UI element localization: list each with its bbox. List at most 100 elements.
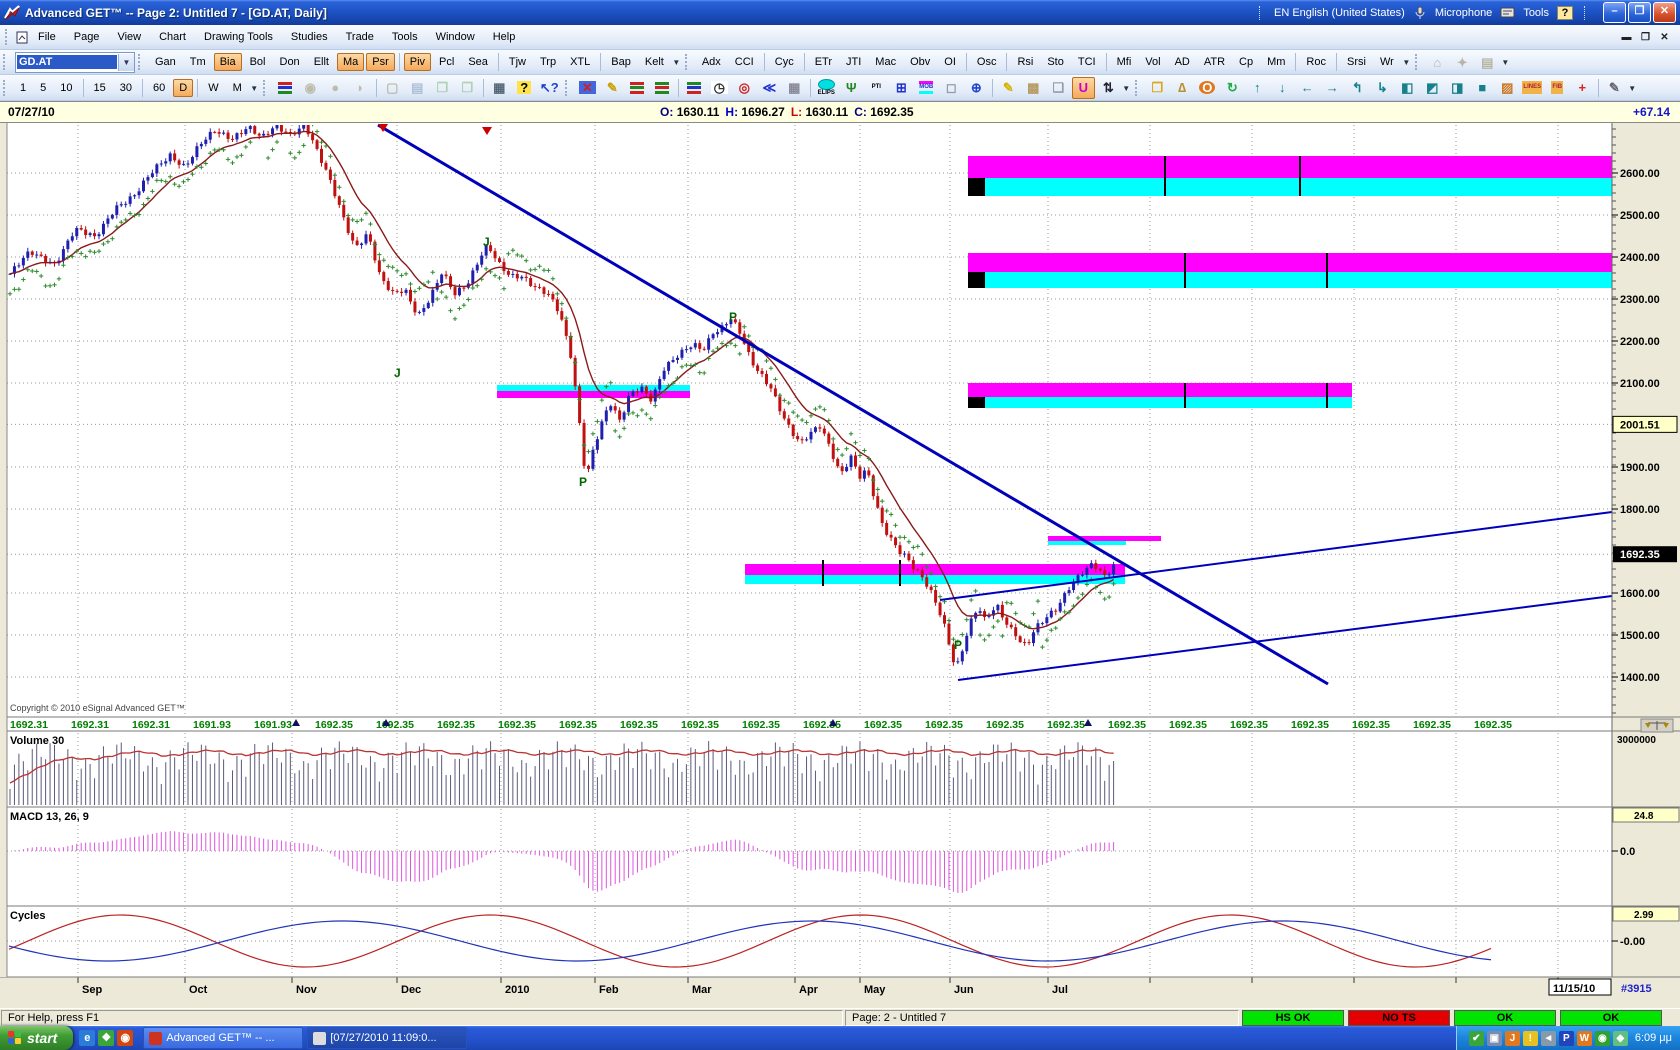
- toolbar-button-trp[interactable]: Trp: [534, 53, 562, 71]
- zoom-in-icon[interactable]: ⊕: [965, 77, 988, 99]
- regression-grid-icon[interactable]: ⊞: [890, 77, 913, 99]
- toolbar-button-etr[interactable]: ETr: [809, 53, 838, 71]
- start-button[interactable]: start: [0, 1026, 73, 1050]
- toolbar-button-10[interactable]: 10: [54, 79, 78, 97]
- language-tools-icon[interactable]: [1500, 6, 1515, 19]
- toolbar-button-m[interactable]: M: [227, 79, 248, 97]
- symbol-combobox[interactable]: GD.AT ▼: [15, 52, 135, 73]
- microphone-icon[interactable]: [1413, 6, 1427, 20]
- close-button[interactable]: ✕: [1653, 2, 1676, 23]
- chart-window-icon[interactable]: [15, 30, 29, 45]
- language-help-button[interactable]: ?: [1557, 6, 1573, 20]
- toolbar-button-ma[interactable]: Ma: [337, 53, 364, 71]
- toolbar-button-bia[interactable]: Bia: [214, 53, 242, 71]
- toolbar-button-w[interactable]: W: [202, 79, 224, 97]
- toolbar-grip[interactable]: [1415, 54, 1422, 70]
- toolbar-button-wr[interactable]: Wr: [1374, 53, 1400, 71]
- pti-icon[interactable]: PTI: [865, 77, 888, 99]
- fan-lines-icon[interactable]: ≪: [758, 77, 781, 99]
- restore-button[interactable]: ❐: [1628, 2, 1651, 23]
- toolbar-button-30[interactable]: 30: [114, 79, 138, 97]
- network-icon[interactable]: ▣: [1487, 1031, 1502, 1046]
- toolbar-options-chevron[interactable]: ▼: [1121, 78, 1132, 98]
- task-button-1[interactable]: [07/27/2010 11:09:0...: [307, 1027, 467, 1049]
- safely-remove-icon[interactable]: ✔: [1469, 1031, 1484, 1046]
- toolbar-grip[interactable]: [3, 80, 10, 96]
- toolbar-button-jti[interactable]: JTI: [840, 53, 867, 71]
- copy-page-icon[interactable]: ❏: [1047, 77, 1070, 99]
- refresh-icon[interactable]: ↻: [1221, 77, 1244, 99]
- toolbar-options-chevron[interactable]: ▼: [671, 52, 682, 72]
- mob-icon[interactable]: MOB: [915, 77, 938, 99]
- toolbar-button-cci[interactable]: CCI: [729, 53, 760, 71]
- toolbar-button-cp[interactable]: Cp: [1233, 53, 1259, 71]
- toolbar-button-cyc[interactable]: Cyc: [769, 53, 800, 71]
- menu-trade[interactable]: Trade: [337, 28, 383, 46]
- language-bar-grip[interactable]: [1259, 6, 1264, 20]
- toolbar-button-obv[interactable]: Obv: [904, 53, 936, 71]
- language-icon[interactable]: P: [1559, 1031, 1574, 1046]
- toolbar-button-osc[interactable]: Osc: [971, 53, 1003, 71]
- internet-explorer-icon[interactable]: e: [79, 1030, 95, 1046]
- grid-icon[interactable]: ▦: [783, 77, 806, 99]
- snap-grid-icon[interactable]: ▩: [1022, 77, 1045, 99]
- open-folder-icon[interactable]: ❐: [1146, 77, 1169, 99]
- fib-levels-icon[interactable]: [683, 77, 706, 99]
- toolbar-options-chevron[interactable]: ▼: [249, 78, 260, 98]
- toolbar-button-bap[interactable]: Bap: [605, 53, 637, 71]
- language-bar-handle[interactable]: [1584, 6, 1589, 20]
- toolbar-button-tjw[interactable]: Tjw: [503, 53, 532, 71]
- expand-diagonal-icon[interactable]: ◩: [1421, 77, 1444, 99]
- show-desktop-icon[interactable]: ❖: [98, 1030, 114, 1046]
- toolbar-button-mfi[interactable]: Mfi: [1111, 53, 1138, 71]
- toolbar-button-sto[interactable]: Sto: [1041, 53, 1070, 71]
- page-up-icon[interactable]: ↰: [1346, 77, 1369, 99]
- lines-icon[interactable]: LINES: [1521, 77, 1544, 99]
- toolbar-grip[interactable]: [263, 80, 270, 96]
- data-scales-icon[interactable]: ∆: [1171, 77, 1194, 99]
- toolbar-button-mac[interactable]: Mac: [869, 53, 902, 71]
- menu-help[interactable]: Help: [484, 28, 525, 46]
- toolbar-grip[interactable]: [3, 54, 10, 70]
- select-tool-icon[interactable]: ◻: [940, 77, 963, 99]
- language-indicator[interactable]: EN English (United States): [1274, 7, 1405, 19]
- symbol-value[interactable]: GD.AT: [17, 55, 117, 69]
- gann-grid-icon[interactable]: ✕: [576, 77, 599, 99]
- toolbar-button-atr[interactable]: ATR: [1198, 53, 1231, 71]
- trendline-pencil-icon[interactable]: ✎: [601, 77, 624, 99]
- menu-page[interactable]: Page: [65, 28, 109, 46]
- time-clock-icon[interactable]: ◷: [708, 77, 731, 99]
- expand-vertical-icon[interactable]: ◨: [1446, 77, 1469, 99]
- menu-chart[interactable]: Chart: [150, 28, 195, 46]
- esignal-icon[interactable]: ◉: [1595, 1031, 1610, 1046]
- toolbar-button-sea[interactable]: Sea: [462, 53, 494, 71]
- crosshair-icon[interactable]: +: [1571, 77, 1594, 99]
- print-icon[interactable]: ▦: [488, 77, 511, 99]
- toolbar-grip[interactable]: [565, 80, 572, 96]
- java-icon[interactable]: J: [1505, 1031, 1520, 1046]
- weather-icon[interactable]: W: [1577, 1031, 1592, 1046]
- toolbar-button-kelt[interactable]: Kelt: [639, 53, 670, 71]
- mdi-close-button[interactable]: ✕: [1657, 32, 1672, 43]
- mdi-restore-button[interactable]: ❐: [1638, 32, 1653, 43]
- menu-studies[interactable]: Studies: [282, 28, 337, 46]
- menu-file[interactable]: File: [29, 28, 65, 46]
- toolbar-button-xtl[interactable]: XTL: [564, 53, 596, 71]
- toolbar-button-15[interactable]: 15: [88, 79, 112, 97]
- properties-icon[interactable]: ✎: [1603, 77, 1626, 99]
- symbol-dropdown-arrow[interactable]: ▼: [118, 54, 134, 71]
- volume-icon[interactable]: ◄: [1541, 1031, 1556, 1046]
- toolbar-button-gan[interactable]: Gan: [149, 53, 182, 71]
- media-player-icon[interactable]: ◉: [117, 1030, 133, 1046]
- full-screen-box-icon[interactable]: ■: [1471, 77, 1494, 99]
- toolbar-button-roc[interactable]: Roc: [1300, 53, 1332, 71]
- toolbar-button-don[interactable]: Don: [274, 53, 306, 71]
- chart-type-icon[interactable]: [274, 77, 297, 99]
- fib-icon[interactable]: FIB: [1546, 77, 1569, 99]
- toolbar-options-chevron[interactable]: ▼: [1627, 78, 1638, 98]
- toolbar-button-5[interactable]: 5: [34, 79, 52, 97]
- highlighter-icon[interactable]: ✎: [997, 77, 1020, 99]
- toolbar-button-tm[interactable]: Tm: [184, 53, 212, 71]
- stop-icon[interactable]: O: [1196, 77, 1219, 99]
- toolbar-button-psr[interactable]: Psr: [366, 53, 395, 71]
